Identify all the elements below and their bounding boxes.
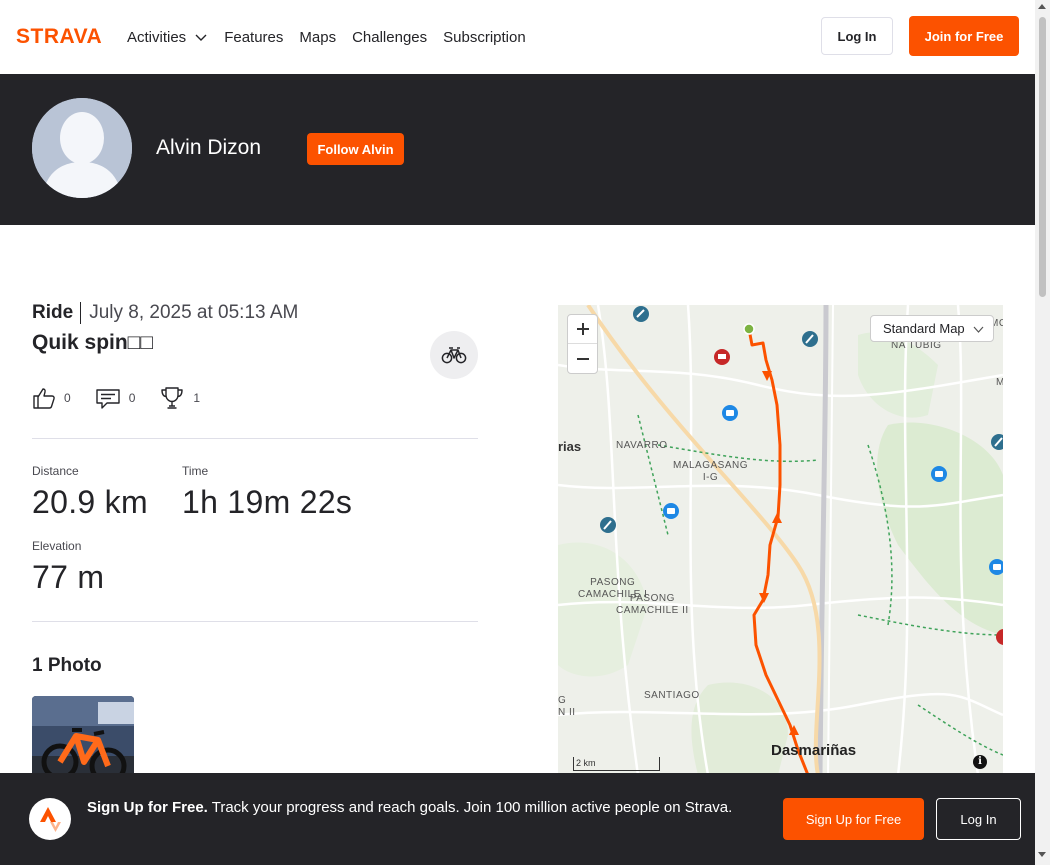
achievements-button[interactable]: 1 bbox=[159, 385, 200, 411]
nav-challenges[interactable]: Challenges bbox=[352, 29, 427, 46]
thumbs-up-icon bbox=[33, 388, 55, 409]
signup-banner: Sign Up for Free. Track your progress an… bbox=[0, 773, 1035, 865]
comments-count: 0 bbox=[128, 391, 136, 405]
stat-time: Time 1h 19m 22s bbox=[182, 464, 352, 521]
activity-date: July 8, 2025 at 05:13 AM bbox=[89, 302, 299, 323]
banner-body: Track your progress and reach goals. Joi… bbox=[207, 799, 733, 816]
top-nav: STRAVA Activities Features Maps Challeng… bbox=[0, 0, 1035, 74]
time-value: 1h 19m 22s bbox=[182, 484, 353, 520]
strava-logo[interactable]: STRAVA bbox=[16, 26, 111, 46]
nav-features[interactable]: Features bbox=[224, 29, 283, 46]
elevation-value: 77 m bbox=[32, 559, 105, 595]
social-row: 0 0 1 bbox=[32, 384, 224, 412]
scroll-thumb[interactable] bbox=[1039, 17, 1046, 297]
zoom-in-button[interactable] bbox=[568, 315, 597, 344]
nav-activities-label: Activities bbox=[127, 28, 187, 46]
scroll-down-arrow-icon[interactable] bbox=[1038, 852, 1046, 857]
plus-icon bbox=[576, 323, 589, 335]
zoom-control bbox=[567, 314, 598, 374]
map-label-m: M bbox=[996, 377, 1003, 388]
elevation-label: Elevation bbox=[32, 539, 82, 553]
distance-value: 20.9 km bbox=[32, 484, 148, 520]
nav-maps[interactable]: Maps bbox=[299, 29, 336, 46]
comments-button[interactable]: 0 bbox=[95, 386, 136, 410]
athlete-name[interactable]: Alvin Dizon bbox=[156, 136, 261, 160]
map-label-pasong-camachile-2: PASONG CAMACHILE II bbox=[616, 593, 689, 616]
start-marker bbox=[743, 323, 755, 335]
photos-title: 1 Photo bbox=[32, 655, 102, 676]
stat-distance: Distance 20.9 km bbox=[32, 464, 148, 521]
nav-subscription[interactable]: Subscription bbox=[443, 29, 526, 46]
follow-button[interactable]: Follow Alvin bbox=[307, 133, 404, 165]
chevron-down-icon bbox=[973, 326, 984, 333]
avatar[interactable] bbox=[32, 98, 132, 198]
time-label: Time bbox=[182, 464, 209, 478]
map-label-g-ii: G N II bbox=[558, 695, 576, 718]
banner-headline: Sign Up for Free. bbox=[87, 799, 208, 816]
kudos-count: 0 bbox=[64, 391, 71, 405]
kudos-button[interactable]: 0 bbox=[32, 386, 71, 410]
map-scale-bar: 2 km bbox=[573, 757, 660, 771]
logo-text: STRAVA bbox=[16, 26, 102, 46]
ride-type-badge bbox=[430, 331, 478, 379]
join-for-free-button[interactable]: Join for Free bbox=[909, 16, 1019, 56]
activity-type: Ride bbox=[32, 302, 82, 324]
signup-button[interactable]: Sign Up for Free bbox=[783, 798, 924, 840]
scroll-up-arrow-icon[interactable] bbox=[1038, 4, 1046, 9]
zoom-out-button[interactable] bbox=[568, 344, 597, 373]
map-label-santiago: SANTIAGO bbox=[644, 690, 700, 701]
strava-chevron-icon bbox=[40, 807, 61, 832]
map-label-rias: rias bbox=[558, 439, 582, 454]
activity-meta: Ride July 8, 2025 at 05:13 AM bbox=[32, 300, 298, 326]
nav-links: Activities Features Maps Challenges Subs… bbox=[127, 0, 542, 74]
map-type-label: Standard Map bbox=[883, 321, 965, 336]
comment-icon bbox=[95, 389, 120, 409]
map-info-icon[interactable]: i bbox=[973, 755, 987, 769]
divider bbox=[32, 438, 478, 439]
banner-text: Sign Up for Free. Track your progress an… bbox=[87, 797, 767, 819]
route-map[interactable]: NAVARRO MALAGASANG I-G PASONG CAMACHILE … bbox=[558, 305, 1003, 775]
bicycle-icon bbox=[441, 347, 467, 364]
stat-elevation: Elevation 77 m bbox=[32, 539, 104, 596]
trophy-icon bbox=[161, 387, 184, 409]
page-scrollbar[interactable] bbox=[1035, 0, 1050, 865]
map-label-malagasang: MALAGASANG I-G bbox=[673, 460, 749, 483]
map-type-select[interactable]: Standard Map bbox=[870, 315, 994, 342]
map-label-navarro: NAVARRO bbox=[616, 440, 668, 451]
strava-app-icon bbox=[29, 798, 71, 840]
login-button[interactable]: Log In bbox=[821, 17, 893, 55]
map-label-dasmarinas: Dasmariñas bbox=[771, 742, 857, 759]
activity-title: Quik spin□□ bbox=[32, 331, 154, 354]
nav-activities[interactable]: Activities bbox=[127, 29, 208, 46]
divider bbox=[32, 621, 478, 622]
minus-icon bbox=[576, 357, 589, 360]
distance-label: Distance bbox=[32, 464, 79, 478]
map-canvas[interactable] bbox=[558, 305, 1003, 775]
achievements-count: 1 bbox=[193, 391, 201, 405]
default-avatar-icon bbox=[32, 98, 132, 198]
banner-login-button[interactable]: Log In bbox=[936, 798, 1021, 840]
chevron-down-icon bbox=[195, 34, 207, 41]
athlete-header: Alvin Dizon Follow Alvin bbox=[0, 74, 1035, 225]
